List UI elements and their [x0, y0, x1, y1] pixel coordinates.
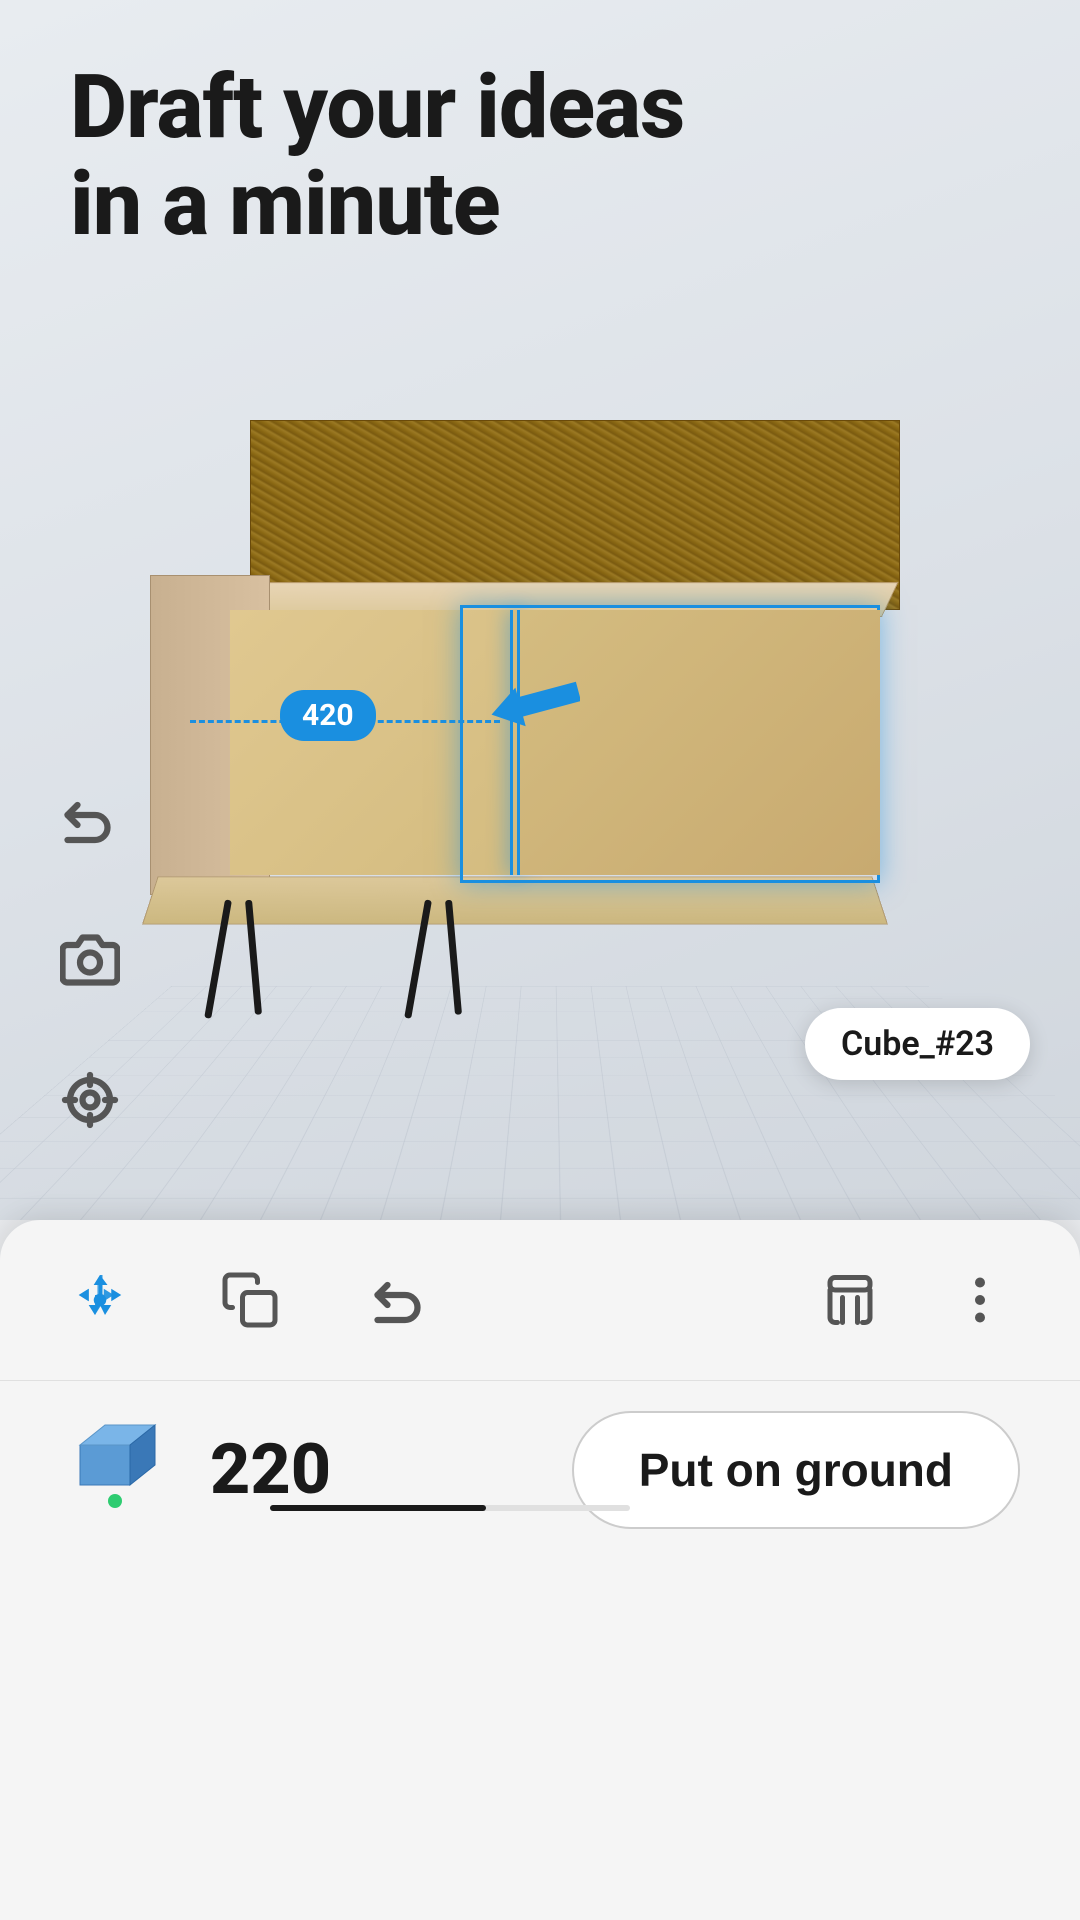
undo-toolbar-button[interactable]	[50, 780, 130, 860]
height-value-text: 220	[210, 1429, 331, 1511]
object-info-left: 220	[60, 1410, 331, 1530]
height-info: 220	[210, 1429, 331, 1511]
cabinet-right-panel[interactable]	[510, 610, 520, 875]
undo-bottom-button[interactable]	[360, 1260, 440, 1340]
canvas-area[interactable]: Draft your ideasin a minute	[0, 0, 1080, 1220]
cube-3d-shape	[70, 1410, 160, 1490]
bottom-panel: 220 Put on ground	[0, 1220, 1080, 1920]
toolbar-right-group	[810, 1260, 1020, 1340]
object-name-label: Cube_#23	[805, 1008, 1030, 1080]
bottom-toolbar	[0, 1260, 1080, 1381]
object-cube-icon	[60, 1410, 170, 1530]
cube-indicator-dot	[108, 1494, 122, 1508]
main-title: Draft your ideasin a minute	[70, 60, 684, 254]
furniture-container[interactable]: 420	[130, 340, 950, 1060]
height-bar	[270, 1505, 630, 1511]
leg-right	[420, 900, 480, 1030]
put-on-ground-label: Put on ground	[639, 1444, 953, 1496]
paint-button[interactable]	[810, 1260, 890, 1340]
put-on-ground-button[interactable]: Put on ground	[572, 1411, 1020, 1529]
cabinet-interior	[230, 610, 510, 875]
left-toolbar	[50, 780, 130, 1140]
leg-left	[220, 900, 280, 1030]
title-area: Draft your ideasin a minute	[70, 60, 684, 254]
cabinet[interactable]: 420	[150, 420, 930, 1000]
object-info-row: 220 Put on ground	[0, 1410, 1080, 1530]
cube-svg	[70, 1410, 160, 1490]
more-button[interactable]	[940, 1260, 1020, 1340]
measurement-badge: 420	[280, 690, 376, 741]
camera-toolbar-button[interactable]	[50, 920, 130, 1000]
move-button[interactable]	[60, 1260, 140, 1340]
direction-arrow	[490, 678, 580, 732]
toolbar-left-group	[60, 1260, 440, 1340]
focus-toolbar-button[interactable]	[50, 1060, 130, 1140]
duplicate-button[interactable]	[210, 1260, 290, 1340]
object-name-text: Cube_#23	[841, 1024, 994, 1064]
cabinet-right-area	[520, 610, 880, 875]
height-bar-fill	[270, 1505, 486, 1511]
